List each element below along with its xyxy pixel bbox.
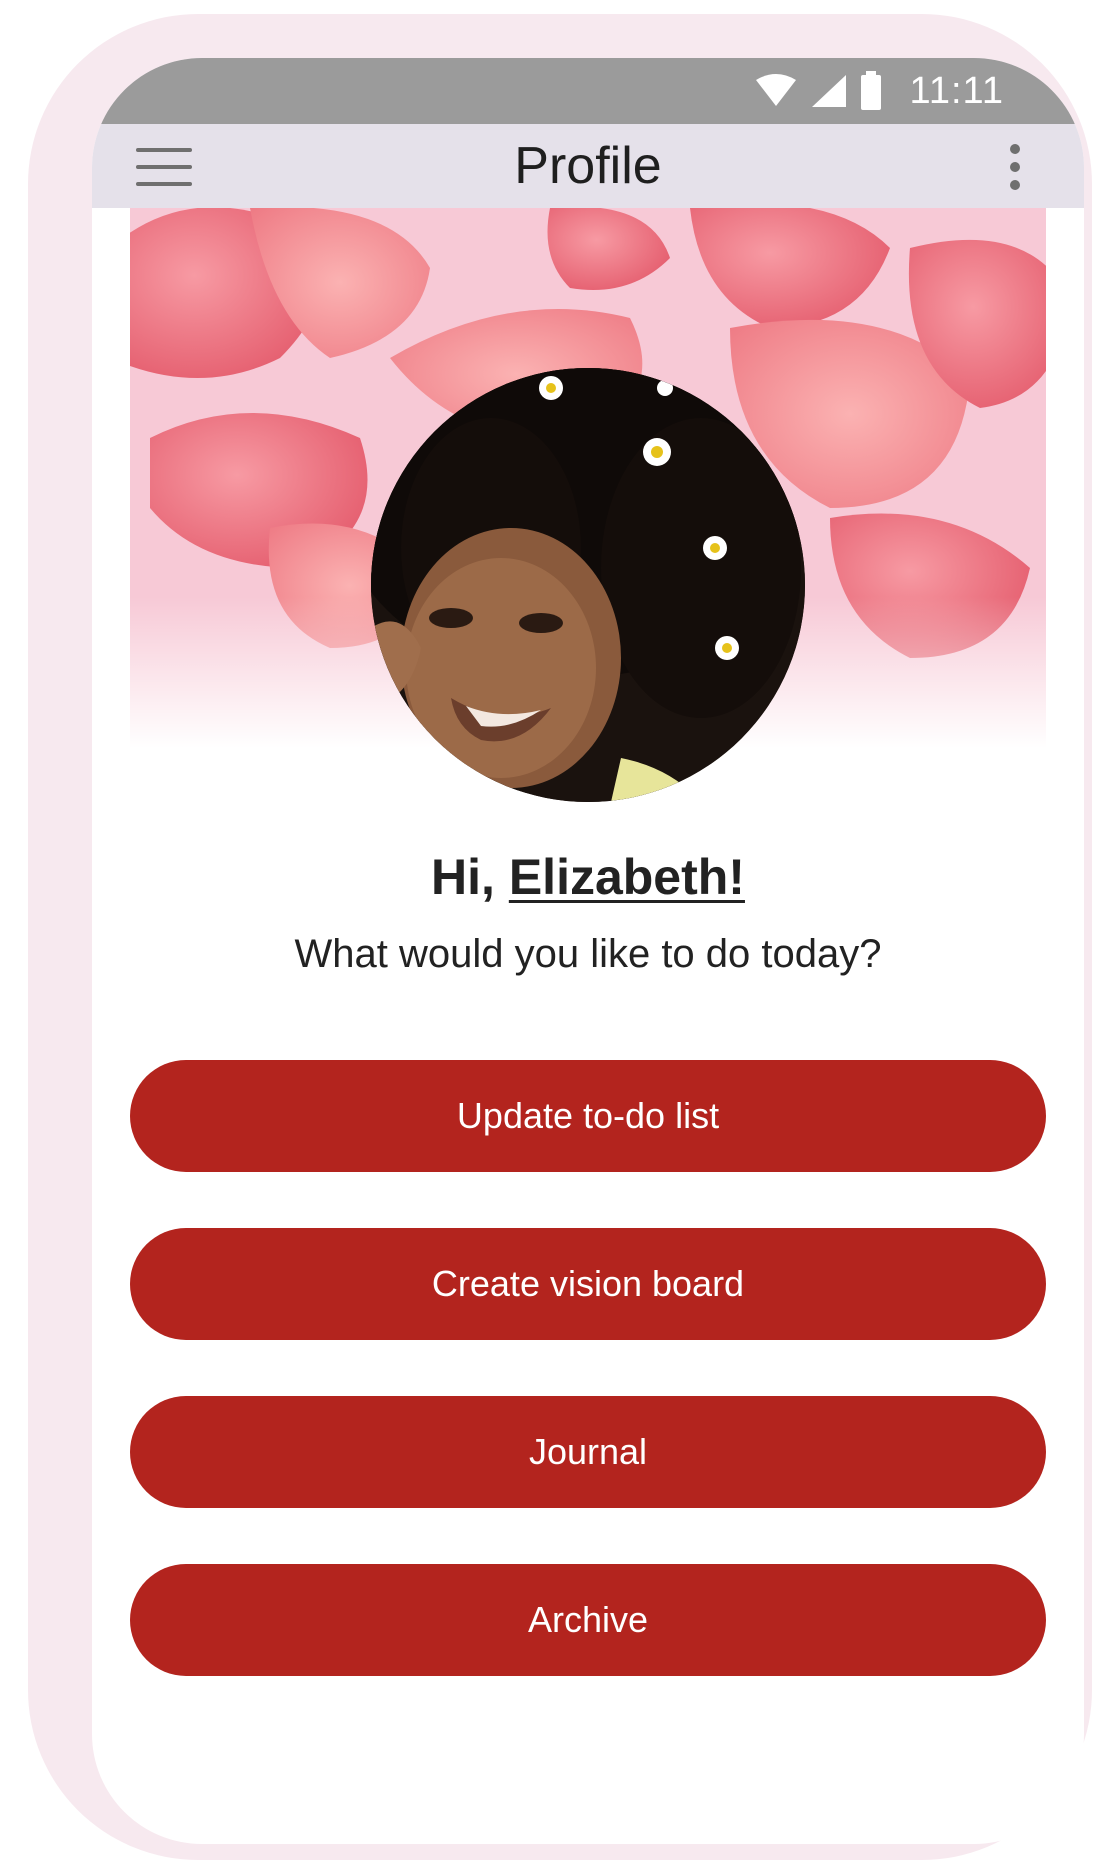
prompt-text: What would you like to do today? <box>294 932 882 976</box>
greeting-prefix: Hi, <box>431 849 509 905</box>
page-title: Profile <box>514 137 662 195</box>
archive-button[interactable]: Archive <box>130 1564 1046 1676</box>
status-time: 11:11 <box>909 69 1004 112</box>
wifi-icon <box>755 74 796 106</box>
action-list: Update to-do list Create vision board Jo… <box>130 1060 1046 1676</box>
journal-button[interactable]: Journal <box>130 1396 1046 1508</box>
status-icons: 11:11 <box>754 68 1004 114</box>
battery-icon <box>860 71 881 110</box>
avatar[interactable] <box>371 368 805 802</box>
user-name-link[interactable]: Elizabeth! <box>509 849 745 905</box>
status-bar: 11:11 <box>92 58 1084 124</box>
create-vision-board-button[interactable]: Create vision board <box>130 1228 1046 1340</box>
update-todo-list-button[interactable]: Update to-do list <box>130 1060 1046 1172</box>
signal-icon <box>811 75 846 107</box>
phone-frame: 11:11 Profile Hi, Elizabeth! What would … <box>28 14 1092 1860</box>
phone-screen: 11:11 Profile Hi, Elizabeth! What would … <box>92 58 1084 1844</box>
app-bar: Profile <box>92 124 1084 208</box>
greeting-heading: Hi, Elizabeth! <box>92 848 1084 906</box>
more-vertical-icon[interactable] <box>1008 144 1022 190</box>
